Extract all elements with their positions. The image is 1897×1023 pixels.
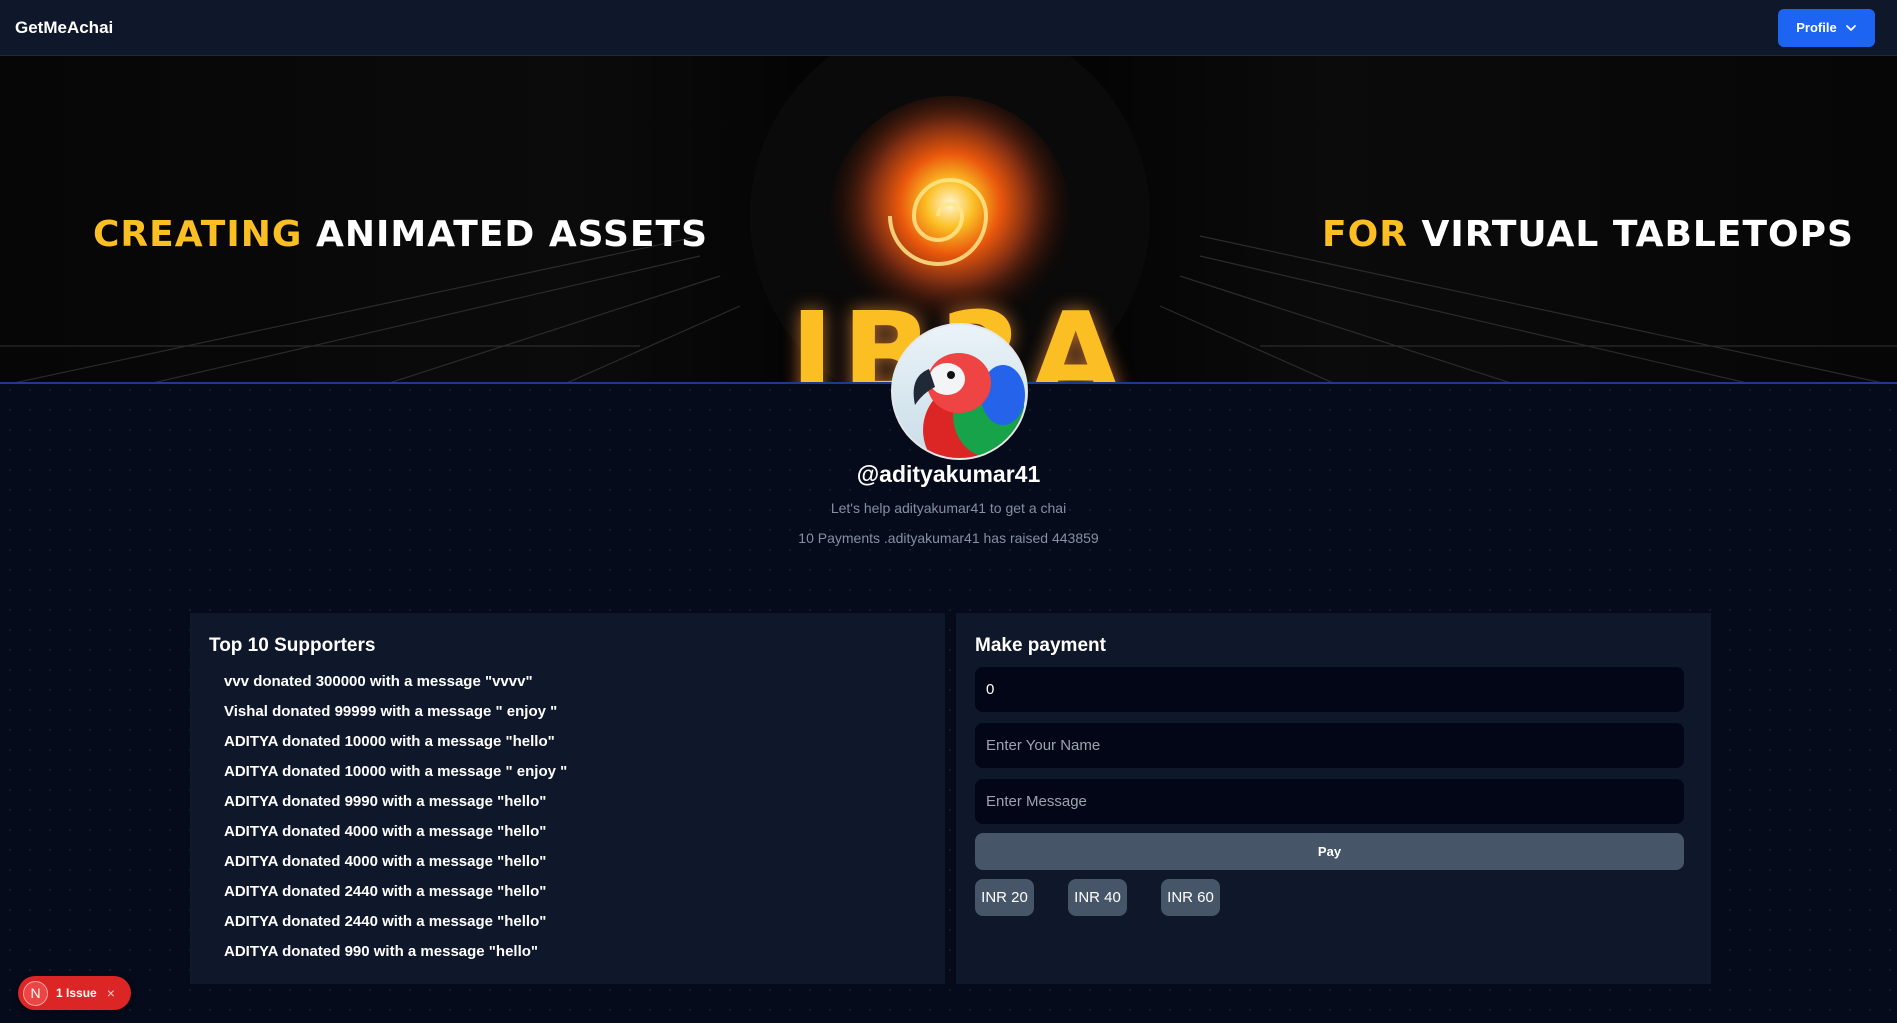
supporter-item: ADITYA donated 4000 with a message "hell… [224, 823, 547, 840]
quick-amount-60-button[interactable]: INR 60 [1161, 879, 1220, 916]
nextjs-icon: N [23, 980, 48, 1006]
supporter-item: ADITYA donated 4000 with a message "hell… [224, 853, 547, 870]
quick-amount-40-button[interactable]: INR 40 [1068, 879, 1127, 916]
profile-tagline: Let's help adityakumar41 to get a chai [830, 500, 1067, 516]
profile-avatar [891, 323, 1028, 460]
supporters-panel: Top 10 Supporters vvv donated 300000 wit… [190, 613, 945, 984]
profile-stats: 10 Payments .adityakumar41 has raised 44… [798, 530, 1099, 546]
supporter-item: ADITYA donated 9990 with a message "hell… [224, 793, 547, 810]
pay-button[interactable]: Pay [975, 833, 1684, 870]
supporter-item: ADITYA donated 10000 with a message "hel… [224, 733, 555, 750]
supporter-item: vvv donated 300000 with a message "vvvv" [224, 673, 533, 690]
amount-input[interactable] [975, 667, 1684, 712]
message-input[interactable] [975, 779, 1684, 824]
chevron-down-icon [1845, 24, 1856, 31]
supporter-item: ADITYA donated 2440 with a message "hell… [224, 913, 547, 930]
profile-button-label: Profile [1796, 20, 1837, 35]
profile-dropdown-button[interactable]: Profile [1778, 8, 1875, 47]
profile-username: @adityakumar41 [856, 461, 1041, 487]
banner-tagline-right: FOR VIRTUAL TABLETOPS [1322, 214, 1854, 255]
issue-count-label: 1 Issue [56, 986, 97, 1000]
payment-title: Make payment [975, 635, 1106, 656]
quick-amount-group: INR 20 INR 40 INR 60 [975, 879, 1685, 916]
supporter-item: ADITYA donated 2440 with a message "hell… [224, 883, 547, 900]
name-input[interactable] [975, 723, 1684, 768]
supporter-item: Vishal donated 99999 with a message " en… [224, 703, 558, 720]
supporter-item: ADITYA donated 990 with a message "hello… [224, 943, 539, 960]
parrot-avatar-image [913, 353, 1026, 458]
navbar: GetMeAchai Profile [0, 0, 1897, 56]
quick-amount-20-button[interactable]: INR 20 [975, 879, 1034, 916]
brand-logo[interactable]: GetMeAchai [15, 18, 113, 38]
supporters-title: Top 10 Supporters [209, 635, 376, 656]
dev-issue-badge[interactable]: N 1 Issue × [18, 976, 131, 1010]
supporter-item: ADITYA donated 10000 with a message " en… [224, 763, 568, 780]
banner-tagline-left: CREATING ANIMATED ASSETS [93, 214, 708, 255]
supporters-list: vvv donated 300000 with a message "vvvv"… [209, 667, 926, 967]
payment-panel: Make payment Pay INR 20 INR 40 INR 60 [956, 613, 1711, 984]
close-icon[interactable]: × [107, 985, 115, 1001]
